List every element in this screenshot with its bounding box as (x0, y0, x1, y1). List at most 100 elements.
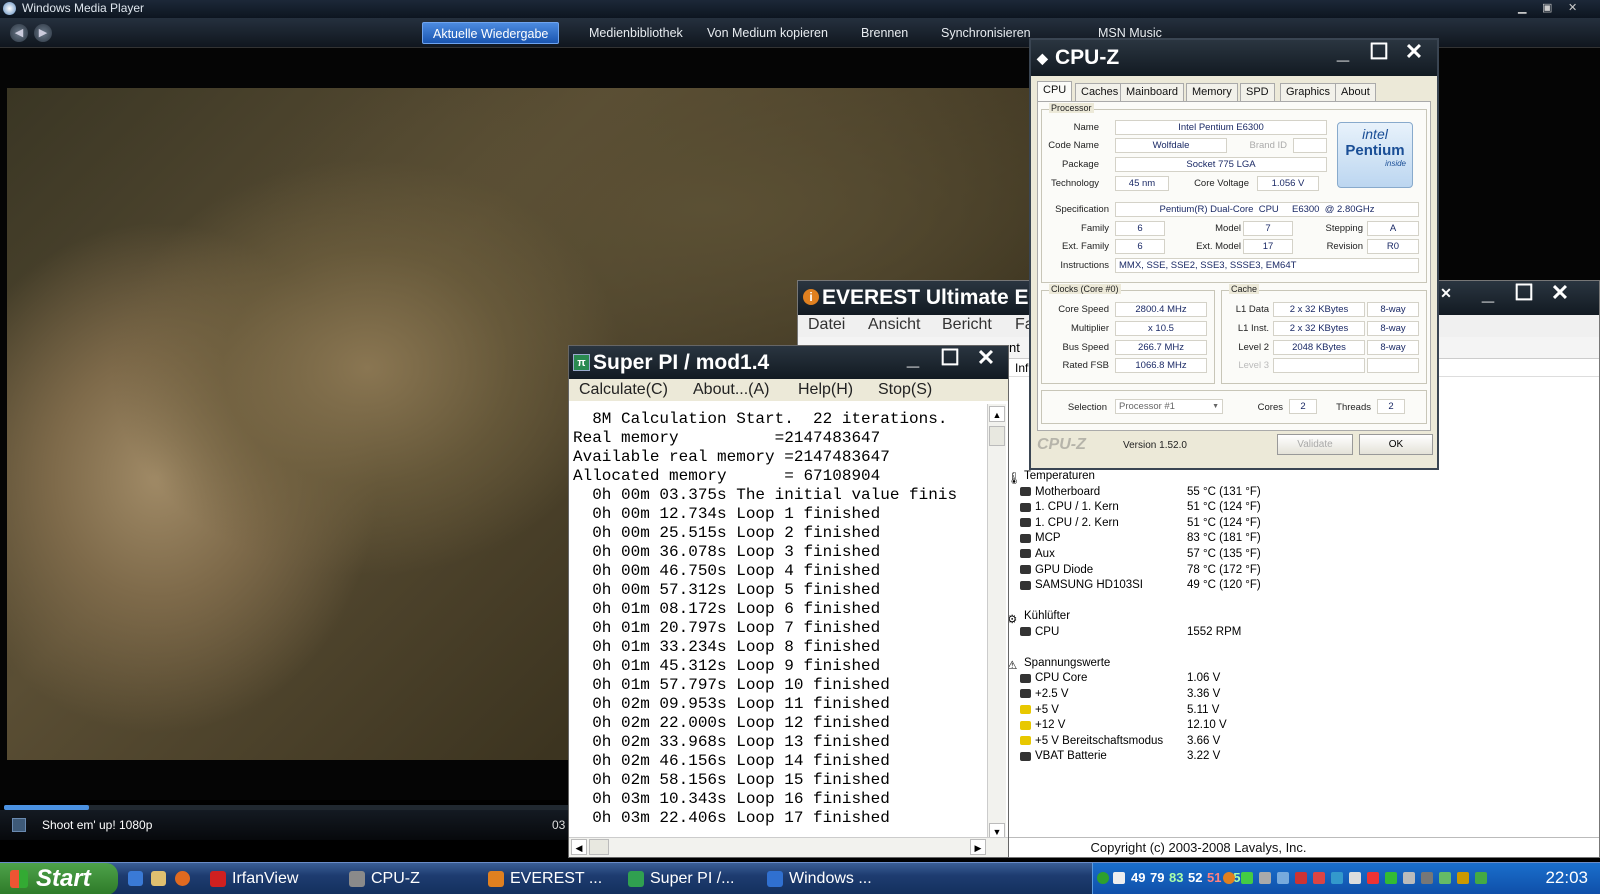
output-line: 0h 01m 45.312s Loop 9 finished (573, 657, 881, 675)
close-icon[interactable]: ✕ (1547, 281, 1573, 307)
processor-group-label: Processor (1049, 103, 1094, 113)
cpuz-version: Version 1.52.0 (1123, 440, 1187, 451)
processor-select[interactable]: Processor #1 ▼ (1115, 399, 1223, 414)
tray-app-icon[interactable] (1457, 872, 1469, 884)
minimize-icon[interactable]: ▁ (1518, 0, 1526, 17)
output-line: 0h 03m 22.406s Loop 17 finished (573, 809, 890, 827)
output-line: 0h 02m 22.000s Loop 12 finished (573, 714, 890, 732)
scroll-up-icon[interactable]: ▲ (989, 406, 1005, 422)
minimize-icon[interactable]: _ (1475, 281, 1501, 307)
monitor-icon[interactable] (1113, 872, 1125, 884)
tab-library[interactable]: Medienbibliothek (589, 22, 683, 44)
sensor-value: 57 °C (135 °F) (1187, 548, 1261, 560)
brandid-label: Brand ID (1249, 140, 1288, 151)
restore-icon[interactable]: ▣ (1542, 0, 1552, 17)
menu-about[interactable]: About...(A) (693, 381, 769, 399)
close-icon[interactable]: ✕ (1401, 40, 1427, 66)
menu-datei[interactable]: Datei (808, 316, 845, 334)
minimize-icon[interactable]: _ (900, 346, 926, 372)
scroll-right-icon[interactable]: ▶ (970, 839, 986, 855)
l1-data-value: 2 x 32 KBytes (1273, 302, 1365, 317)
l1-inst-label: L1 Inst. (1237, 323, 1269, 334)
taskbar-button-label: IrfanView (232, 870, 299, 887)
taskbar-button[interactable]: CPU-Z (345, 866, 420, 892)
tab-memory[interactable]: Memory (1186, 83, 1238, 101)
folder-icon[interactable] (151, 871, 166, 886)
threads-label: Threads (1336, 402, 1371, 413)
tab-graphics[interactable]: Graphics (1280, 83, 1337, 101)
menu-bericht[interactable]: Bericht (942, 316, 992, 334)
chip-icon (1020, 580, 1031, 590)
tray-app-icon[interactable] (1439, 872, 1451, 884)
intel-pentium-logo: intel Pentium inside (1337, 122, 1413, 188)
firefox-icon[interactable] (175, 871, 190, 886)
warning-icon (1020, 736, 1031, 746)
validate-button[interactable]: Validate (1277, 434, 1353, 455)
chip-icon (1020, 487, 1031, 497)
network-icon[interactable] (1097, 872, 1109, 884)
tab-rip[interactable]: Von Medium kopieren (707, 22, 828, 44)
tab-now-playing[interactable]: Aktuelle Wiedergabe (422, 22, 560, 44)
now-playing-title: Shoot em' up! 1080p (42, 818, 153, 832)
vertical-scrollbar[interactable]: ▲ ▼ (987, 404, 1006, 841)
menu-stop[interactable]: Stop(S) (878, 381, 932, 399)
tab-caches[interactable]: Caches (1075, 83, 1125, 101)
sensor-name: +2.5 V (1020, 688, 1069, 700)
tab-sync[interactable]: Synchronisieren (941, 22, 1031, 44)
menu-ansicht[interactable]: Ansicht (868, 316, 920, 334)
close-icon[interactable]: ✕ (973, 346, 999, 372)
revision-value: R0 (1367, 239, 1419, 254)
tray-app-icon[interactable] (1367, 872, 1379, 884)
tray-app-icon[interactable] (1313, 872, 1325, 884)
ie-icon[interactable] (128, 871, 143, 886)
back-arrow-icon[interactable]: ◀ (10, 24, 28, 42)
taskbar-button[interactable]: IrfanView (206, 866, 298, 892)
maximize-icon[interactable]: ☐ (1511, 281, 1537, 307)
tab-spd[interactable]: SPD (1240, 83, 1275, 101)
start-button[interactable]: Start (0, 863, 118, 894)
tray-app-icon[interactable] (1259, 872, 1271, 884)
forward-arrow-icon[interactable]: ▶ (34, 24, 52, 42)
menu-calculate[interactable]: Calculate(C) (579, 381, 668, 399)
tray-app-icon[interactable] (1475, 872, 1487, 884)
threads-value: 2 (1377, 399, 1405, 414)
tab-cpu[interactable]: CPU (1037, 81, 1073, 102)
maximize-icon[interactable]: ☐ (937, 346, 963, 372)
sensor-name: CPU Core (1020, 672, 1087, 684)
superpi-menubar: Calculate(C) About...(A) Help(H) Stop(S) (569, 379, 1008, 401)
sensor-name: MCP (1020, 532, 1061, 544)
tab-mainboard[interactable]: Mainboard (1120, 83, 1184, 101)
tray-app-icon[interactable] (1421, 872, 1433, 884)
output-line: 0h 00m 25.515s Loop 2 finished (573, 524, 881, 542)
taskbar-button[interactable]: Super PI /... (624, 866, 734, 892)
everest-tray-icon[interactable] (1223, 872, 1235, 884)
superpi-output: 8M Calculation Start. 22 iterations. Real… (573, 410, 983, 838)
menu-help[interactable]: Help(H) (798, 381, 853, 399)
scroll-thumb[interactable] (989, 426, 1005, 446)
minimize-icon[interactable]: _ (1330, 40, 1356, 66)
tray-app-icon[interactable] (1385, 872, 1397, 884)
playback-time: 03 (552, 818, 566, 832)
tray-app-icon[interactable] (1331, 872, 1343, 884)
speaker-icon[interactable] (1349, 872, 1361, 884)
tray-app-icon[interactable] (1241, 872, 1253, 884)
close-icon[interactable]: ✕ (1568, 0, 1577, 17)
tray-app-icon[interactable] (1295, 872, 1307, 884)
scroll-left-icon[interactable]: ◀ (571, 839, 587, 855)
tray-app-icon[interactable] (1403, 872, 1415, 884)
maximize-icon[interactable]: ☐ (1366, 40, 1392, 66)
superpi-app-icon: π (573, 354, 590, 371)
tray-temp-readout: 83 (1169, 870, 1184, 885)
clock[interactable]: 22:03 (1545, 868, 1588, 888)
section-title: Temperaturen (1024, 470, 1095, 482)
tab-burn[interactable]: Brennen (861, 22, 908, 44)
tray-app-icon[interactable] (1277, 872, 1289, 884)
taskbar-button[interactable]: Windows ... (763, 866, 872, 892)
tab-about[interactable]: About (1335, 83, 1376, 101)
horizontal-scrollbar[interactable]: ◀ ▶ (569, 837, 1008, 857)
level3-value (1273, 358, 1365, 373)
level3-label: Level 3 (1238, 360, 1269, 371)
ok-button[interactable]: OK (1359, 434, 1433, 455)
hscroll-thumb[interactable] (589, 839, 609, 855)
taskbar-button[interactable]: EVEREST ... (484, 866, 602, 892)
